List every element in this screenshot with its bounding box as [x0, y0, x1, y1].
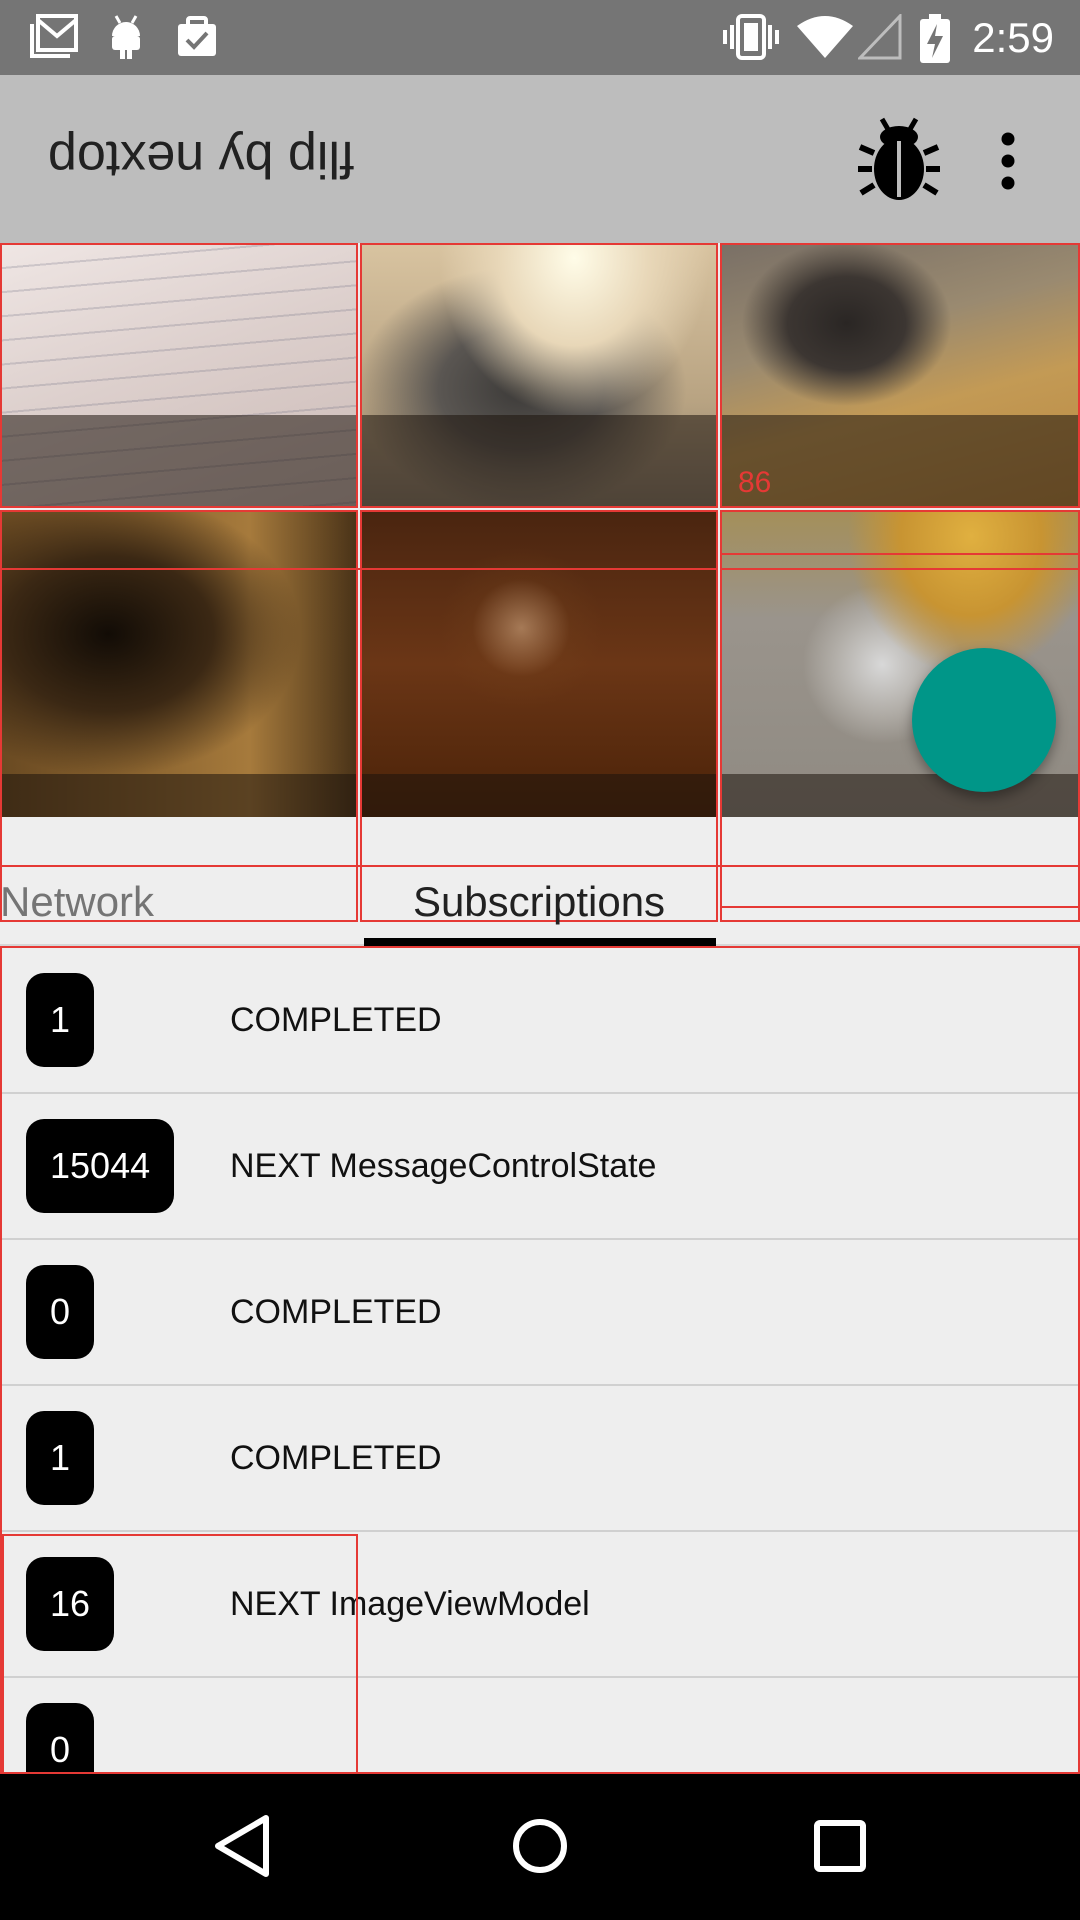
battery-charging-icon: [920, 14, 950, 63]
debug-outline: [0, 865, 1080, 867]
tile-shade: [2, 774, 356, 817]
debug-outline: [720, 906, 1080, 908]
photo-tile-whiteboard[interactable]: [0, 243, 358, 508]
event-label: COMPLETED: [230, 1293, 442, 1331]
tab-subscriptions[interactable]: Subscriptions: [362, 874, 716, 930]
vibrate-icon: [723, 14, 779, 60]
event-label: NEXT MessageControlState: [230, 1147, 657, 1185]
photo-tile-blurred-desk[interactable]: [360, 243, 718, 508]
tab-network[interactable]: Network: [0, 874, 154, 930]
photo-lamp-dark: [362, 512, 716, 817]
tile-shade: [362, 774, 716, 817]
debug-outline: [720, 568, 1080, 570]
count-badge: 1: [26, 1411, 95, 1505]
event-label: COMPLETED: [230, 1439, 442, 1477]
back-icon[interactable]: [190, 1796, 290, 1896]
overlay-counter: 86: [738, 466, 772, 499]
signal-icon: [858, 14, 902, 60]
recents-icon[interactable]: [790, 1796, 890, 1896]
status-bar: 2:59: [0, 0, 1080, 75]
count-badge: 1: [26, 973, 95, 1067]
event-label: COMPLETED: [230, 1001, 442, 1039]
tile-shade: [2, 415, 356, 506]
floating-action-button[interactable]: [912, 648, 1056, 792]
bug-icon[interactable]: [856, 113, 942, 203]
photo-tile-office-chair[interactable]: 86: [720, 243, 1080, 508]
navigation-bar: [0, 1774, 1080, 1920]
debug-outline: [2, 1534, 358, 1772]
tab-selected-indicator: [364, 938, 716, 946]
gmail-icon: [30, 14, 78, 58]
photo-tile-dark-blur[interactable]: [0, 510, 358, 922]
photo-tile-lamp-dark[interactable]: [360, 510, 718, 922]
tile-shade: [722, 415, 1078, 506]
tile-empty-area: [722, 817, 1078, 920]
overflow-menu-icon[interactable]: [992, 131, 1024, 191]
home-icon[interactable]: [490, 1796, 590, 1896]
tile-shade: [722, 774, 1078, 817]
wifi-icon: [797, 16, 853, 58]
android-icon: [112, 15, 140, 59]
app-title: flip by nextop: [48, 130, 355, 188]
debug-outline: [0, 568, 718, 570]
count-badge: 15044: [26, 1119, 175, 1213]
list-item[interactable]: 0 COMPLETED: [2, 1240, 1078, 1386]
debug-outline: [720, 553, 1080, 555]
list-item[interactable]: 15044 NEXT MessageControlState: [2, 1094, 1078, 1240]
count-badge: 0: [26, 1265, 95, 1359]
list-item[interactable]: 1 COMPLETED: [2, 948, 1078, 1094]
list-item[interactable]: 1 COMPLETED: [2, 1386, 1078, 1532]
app-bar: flip by nextop: [0, 75, 1080, 243]
clipboard-check-icon: [178, 16, 216, 56]
photo-dark-blur: [2, 512, 356, 817]
subscription-event-list[interactable]: 1 COMPLETED 15044 NEXT MessageControlSta…: [0, 946, 1080, 1774]
tile-shade: [362, 415, 716, 506]
status-time: 2:59: [972, 14, 1054, 61]
